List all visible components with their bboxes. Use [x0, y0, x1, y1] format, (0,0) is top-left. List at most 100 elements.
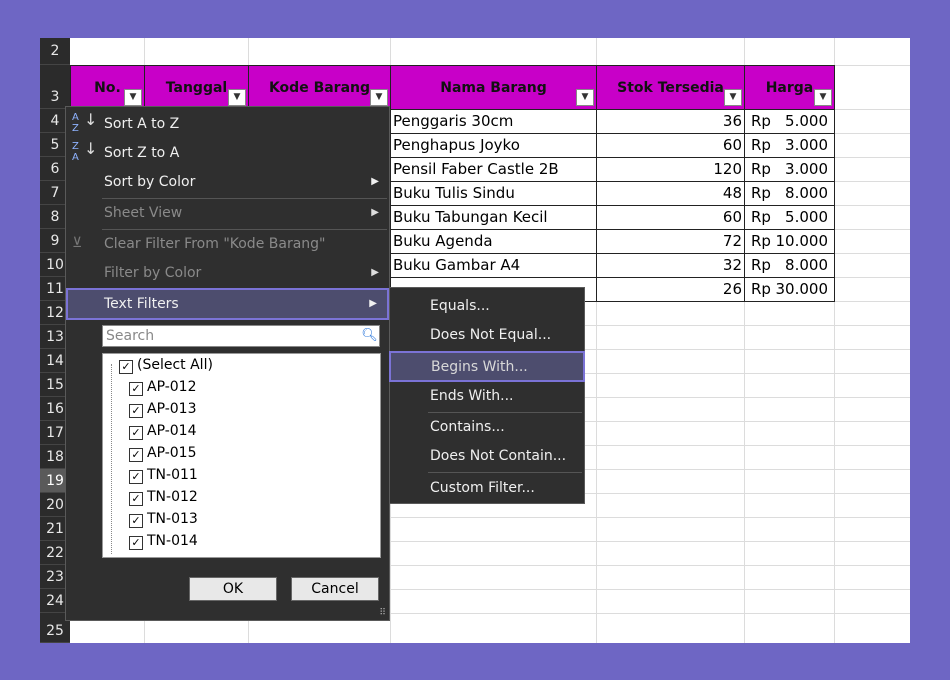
autofilter-menu: A Z ↓ Sort A to Z Z A ↓ Sort Z to A Sort by … [65, 106, 390, 621]
submenu-item-custom-filter[interactable]: Custom Filter... [390, 474, 584, 502]
list-item-label: AP-015 [147, 445, 197, 461]
checkbox-checked-icon[interactable]: ✓ [129, 470, 143, 484]
filter-dropdown-icon[interactable]: ▼ [724, 89, 742, 106]
header-label: Nama Barang [440, 80, 547, 96]
list-item-select-all[interactable]: ✓ (Select All) [119, 355, 213, 376]
checkbox-checked-icon[interactable]: ✓ [129, 382, 143, 396]
price-value: 3.000 [785, 160, 828, 178]
cell-stok[interactable]: 60 [596, 133, 745, 158]
cell-stok[interactable]: 60 [596, 205, 745, 230]
submenu-item-equals[interactable]: Equals... [390, 292, 584, 320]
cell-stok[interactable]: 48 [596, 181, 745, 206]
cell-stok[interactable]: 120 [596, 157, 745, 182]
cell-harga[interactable]: Rp 30.000 [744, 277, 835, 302]
menu-item-clear-filter[interactable]: ⊻ Clear Filter From "Kode Barang" [66, 230, 389, 258]
search-input[interactable]: Search [102, 325, 380, 347]
checkbox-checked-icon[interactable]: ✓ [119, 360, 133, 374]
cell-harga[interactable]: Rp 8.000 [744, 253, 835, 278]
menu-item-label: Clear Filter From "Kode Barang" [104, 236, 326, 252]
cell-stok[interactable]: 32 [596, 253, 745, 278]
list-item[interactable]: ✓ TN-011 [129, 465, 198, 486]
menu-item-label: Filter by Color [104, 265, 202, 281]
menu-item-label: Sort Z to A [104, 145, 180, 161]
search-icon[interactable]: 🔍︎ [360, 326, 379, 346]
header-cell-stok-tersedia[interactable]: Stok Tersedia [596, 65, 745, 110]
checkbox-checked-icon[interactable]: ✓ [129, 514, 143, 528]
cell-stok[interactable]: 36 [596, 109, 745, 134]
filter-dropdown-icon[interactable]: ▼ [124, 89, 142, 106]
menu-item-sort-by-color[interactable]: Sort by Color ▶ [66, 168, 389, 196]
cell-nama-barang[interactable]: Penggaris 30cm [390, 109, 597, 134]
list-item-label: TN-011 [147, 467, 198, 483]
list-item-label: AP-014 [147, 423, 197, 439]
menu-item-sort-a-to-z[interactable]: A Z ↓ Sort A to Z [66, 110, 389, 138]
submenu-item-label: Does Not Equal... [430, 327, 552, 343]
cell-harga[interactable]: Rp 5.000 [744, 205, 835, 230]
list-item-label: TN-012 [147, 489, 198, 505]
cell-nama-barang[interactable]: Buku Agenda [390, 229, 597, 254]
list-item[interactable]: ✓ TN-012 [129, 487, 198, 508]
price-value: 10.000 [775, 232, 829, 250]
list-item-label: AP-013 [147, 401, 197, 417]
filter-values-list[interactable]: ✓ (Select All) ✓ AP-012 ✓ AP-013 ✓ AP-014 ✓ A… [102, 353, 381, 558]
checkbox-checked-icon[interactable]: ✓ [129, 426, 143, 440]
price-value: 8.000 [785, 184, 828, 202]
text-filters-submenu: Equals... Does Not Equal... Begins With.… [389, 287, 585, 504]
submenu-item-ends-with[interactable]: Ends With... [390, 382, 584, 410]
checkbox-checked-icon[interactable]: ✓ [129, 448, 143, 462]
price-value: 30.000 [775, 280, 829, 298]
header-label: Harga [765, 80, 814, 96]
filter-dropdown-icon[interactable]: ▼ [576, 89, 594, 106]
cell-nama-barang[interactable]: Penghapus Joyko [390, 133, 597, 158]
cell-nama-barang[interactable]: Pensil Faber Castle 2B [390, 157, 597, 182]
cell-nama-barang[interactable]: Buku Tabungan Kecil [390, 205, 597, 230]
list-item[interactable]: ✓ AP-015 [129, 443, 197, 464]
ok-button[interactable]: OK [189, 577, 277, 601]
menu-item-sheet-view[interactable]: Sheet View ▶ [66, 199, 389, 227]
list-item[interactable]: ✓ TN-014 [129, 531, 198, 552]
menu-item-label: Sort A to Z [104, 116, 180, 132]
checkbox-checked-icon[interactable]: ✓ [129, 404, 143, 418]
cell-harga[interactable]: Rp 3.000 [744, 157, 835, 182]
resize-grip-icon[interactable]: ⠿ [379, 608, 386, 618]
cell-nama-barang[interactable]: Buku Tulis Sindu [390, 181, 597, 206]
submenu-item-does-not-contain[interactable]: Does Not Contain... [390, 442, 584, 470]
cell-nama-barang[interactable]: Buku Gambar A4 [390, 253, 597, 278]
menu-item-text-filters[interactable]: Text Filters ▶ [66, 288, 389, 320]
list-item[interactable]: ✓ AP-013 [129, 399, 197, 420]
cell-harga[interactable]: Rp 8.000 [744, 181, 835, 206]
currency-label: Rp [751, 184, 771, 202]
sort-ascending-icon: A Z ↓ [72, 110, 98, 135]
submenu-item-begins-with[interactable]: Begins With... [389, 351, 585, 382]
menu-item-sort-z-to-a[interactable]: Z A ↓ Sort Z to A [66, 139, 389, 167]
submenu-item-contains[interactable]: Contains... [390, 413, 584, 441]
cell-harga[interactable]: Rp 5.000 [744, 109, 835, 134]
currency-label: Rp [751, 280, 771, 298]
submenu-item-does-not-equal[interactable]: Does Not Equal... [390, 321, 584, 349]
list-item-label: AP-012 [147, 379, 197, 395]
submenu-arrow-icon: ▶ [371, 176, 379, 187]
cancel-button[interactable]: Cancel [291, 577, 379, 601]
filter-dropdown-icon[interactable]: ▼ [814, 89, 832, 106]
list-item[interactable]: ✓ AP-014 [129, 421, 197, 442]
cell-stok[interactable]: 72 [596, 229, 745, 254]
header-cell-nama-barang[interactable]: Nama Barang [390, 65, 597, 110]
menu-item-filter-by-color[interactable]: Filter by Color ▶ [66, 259, 389, 287]
currency-label: Rp [751, 232, 771, 250]
row-number[interactable]: 2 [40, 38, 70, 65]
cell-harga[interactable]: Rp 10.000 [744, 229, 835, 254]
row-number[interactable]: 3 [40, 65, 70, 109]
submenu-arrow-icon: ▶ [369, 298, 377, 309]
currency-label: Rp [751, 136, 771, 154]
list-item[interactable]: ✓ TN-013 [129, 509, 198, 530]
price-value: 3.000 [785, 136, 828, 154]
filter-dropdown-icon[interactable]: ▼ [228, 89, 246, 106]
filter-dropdown-icon[interactable]: ▼ [370, 89, 388, 106]
checkbox-checked-icon[interactable]: ✓ [129, 492, 143, 506]
checkbox-checked-icon[interactable]: ✓ [129, 536, 143, 550]
cell-stok[interactable]: 26 [596, 277, 745, 302]
header-label: Tanggal [165, 80, 228, 96]
cell-harga[interactable]: Rp 3.000 [744, 133, 835, 158]
submenu-arrow-icon: ▶ [371, 207, 379, 218]
list-item[interactable]: ✓ AP-012 [129, 377, 197, 398]
